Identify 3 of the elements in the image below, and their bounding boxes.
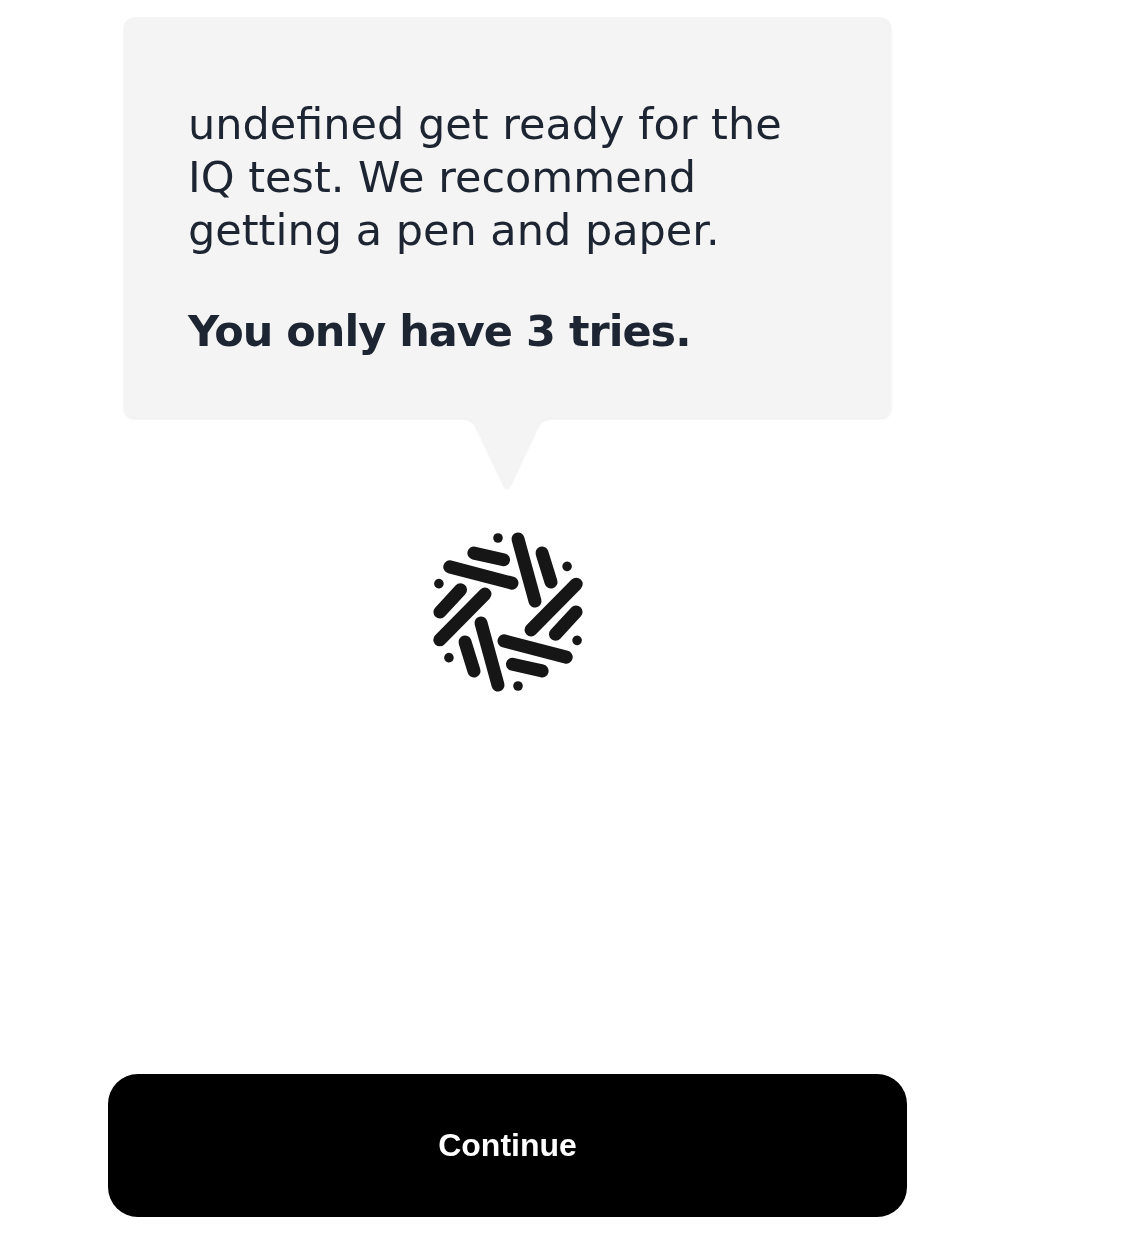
continue-button[interactable]: Continue [108, 1074, 907, 1217]
message-text: undefined get ready for the IQ test. We recommend getting a pen and paper. [188, 98, 783, 257]
notice-text: You only have 3 tries. [188, 305, 692, 358]
